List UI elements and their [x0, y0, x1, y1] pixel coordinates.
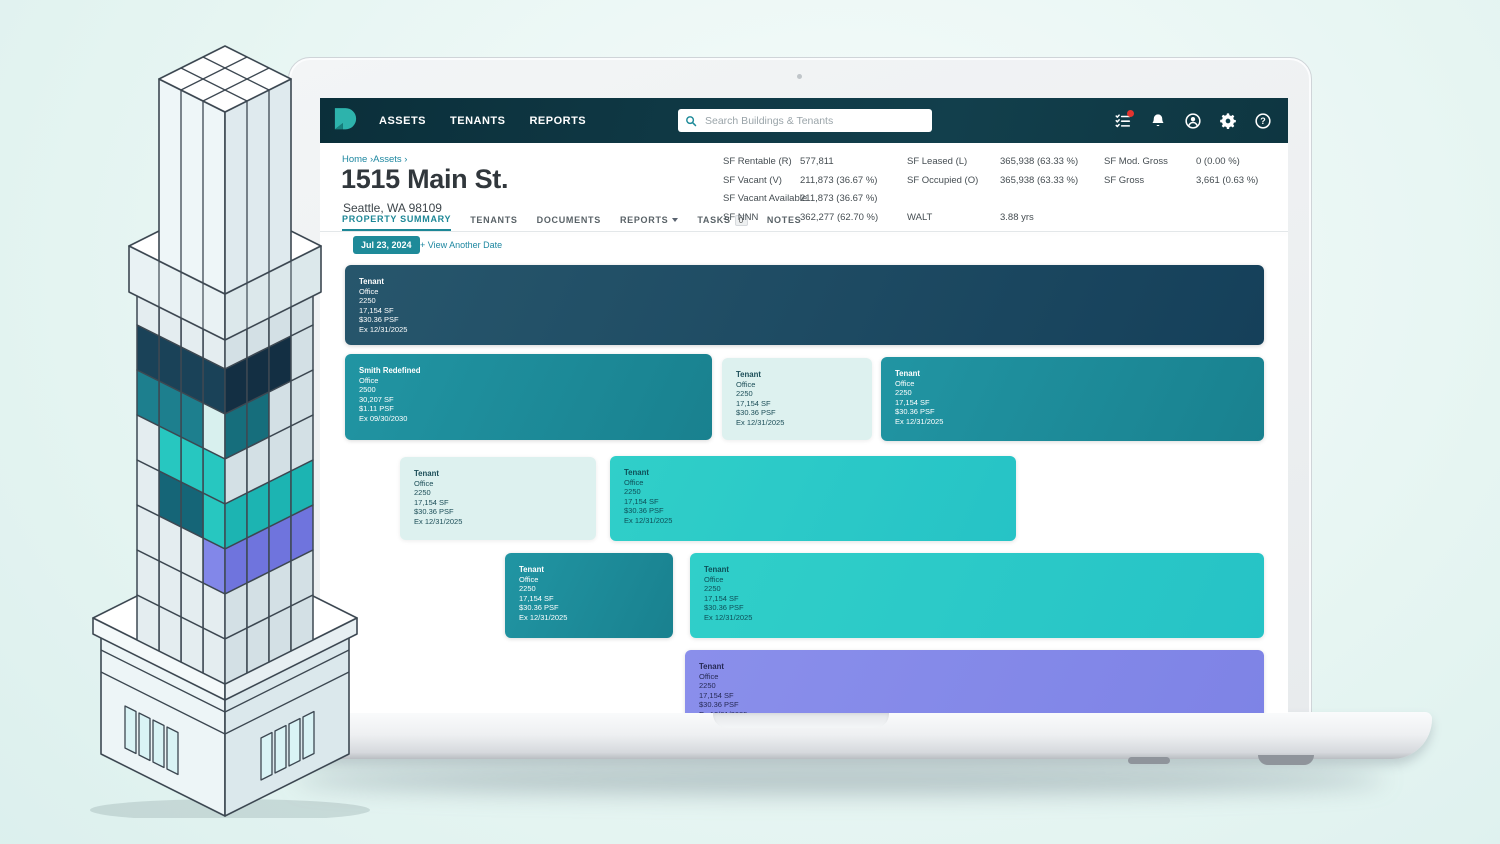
- search-input[interactable]: [703, 114, 925, 128]
- help-icon[interactable]: ?: [1254, 112, 1272, 130]
- stat-value: 211,873 (36.67 %): [800, 175, 877, 186]
- tenant-block[interactable]: TenantOffice225017,154 SF$30.36 PSFEx 12…: [610, 456, 1016, 541]
- tabs-divider: [320, 231, 1288, 232]
- laptop-base: [236, 712, 1432, 759]
- view-another-date-link[interactable]: + View Another Date: [420, 240, 502, 250]
- bell-icon[interactable]: [1149, 112, 1167, 130]
- tab-reports[interactable]: REPORTS: [620, 214, 678, 231]
- search-icon: [685, 115, 697, 127]
- tab-notes[interactable]: NOTES: [767, 214, 802, 231]
- nav-item-tenants[interactable]: TENANTS: [450, 115, 505, 127]
- nav-item-reports[interactable]: REPORTS: [529, 115, 586, 127]
- laptop-foot: [1128, 757, 1170, 764]
- tenant-block[interactable]: TenantOffice225017,154 SF$30.36 PSFEx 12…: [505, 553, 673, 638]
- user-icon[interactable]: [1184, 112, 1202, 130]
- stat-value: 362,277 (62.70 %): [800, 212, 878, 223]
- gear-icon[interactable]: [1219, 112, 1237, 130]
- laptop-foot: [1258, 755, 1314, 765]
- chevron-down-icon: [672, 218, 678, 222]
- stat-value: 365,938 (63.33 %): [1000, 175, 1078, 186]
- marketing-scene: ASSETS TENANTS REPORTS: [0, 0, 1500, 844]
- tenant-block[interactable]: TenantOffice225017,154 SF$30.36 PSFEx 12…: [685, 650, 1264, 713]
- stat-value: 577,811: [800, 156, 834, 167]
- webcam-dot: [797, 74, 802, 79]
- tenant-block[interactable]: TenantOffice225017,154 SF$30.36 PSFEx 12…: [722, 358, 872, 440]
- stat-value: 3.88 yrs: [1000, 212, 1034, 223]
- stat-value: 211,873 (36.67 %): [800, 193, 877, 204]
- svg-text:?: ?: [1260, 116, 1266, 126]
- tenant-block[interactable]: Smith RedefinedOffice250030,207 SF$1.11 …: [345, 354, 712, 440]
- tab-tenants[interactable]: TENANTS: [470, 214, 517, 231]
- stat-value: 0 (0.00 %): [1196, 156, 1240, 167]
- nav-item-assets[interactable]: ASSETS: [379, 115, 426, 127]
- tenant-block[interactable]: TenantOffice225017,154 SF$30.36 PSFEx 12…: [345, 265, 1264, 345]
- notification-dot: [1127, 110, 1134, 117]
- tenant-block[interactable]: TenantOffice225017,154 SF$30.36 PSFEx 12…: [881, 357, 1264, 441]
- top-navbar: ASSETS TENANTS REPORTS: [320, 98, 1288, 143]
- building-illustration: [75, 0, 375, 818]
- laptop-lid-notch: [713, 712, 889, 728]
- global-search[interactable]: [678, 109, 932, 132]
- stat-value: 365,938 (63.33 %): [1000, 156, 1078, 167]
- tab-documents[interactable]: DOCUMENTS: [537, 214, 601, 231]
- stat-value: 3,661 (0.63 %): [1196, 175, 1258, 186]
- app-screen: ASSETS TENANTS REPORTS: [320, 98, 1288, 713]
- tenant-block[interactable]: TenantOffice225017,154 SF$30.36 PSFEx 12…: [690, 553, 1264, 638]
- navbar-actions: ?: [1114, 98, 1272, 143]
- laptop-shadow: [295, 764, 1385, 794]
- nav-links: ASSETS TENANTS REPORTS: [379, 115, 586, 127]
- tenant-block[interactable]: TenantOffice225017,154 SF$30.36 PSFEx 12…: [400, 457, 596, 540]
- tasks-icon[interactable]: [1114, 112, 1132, 130]
